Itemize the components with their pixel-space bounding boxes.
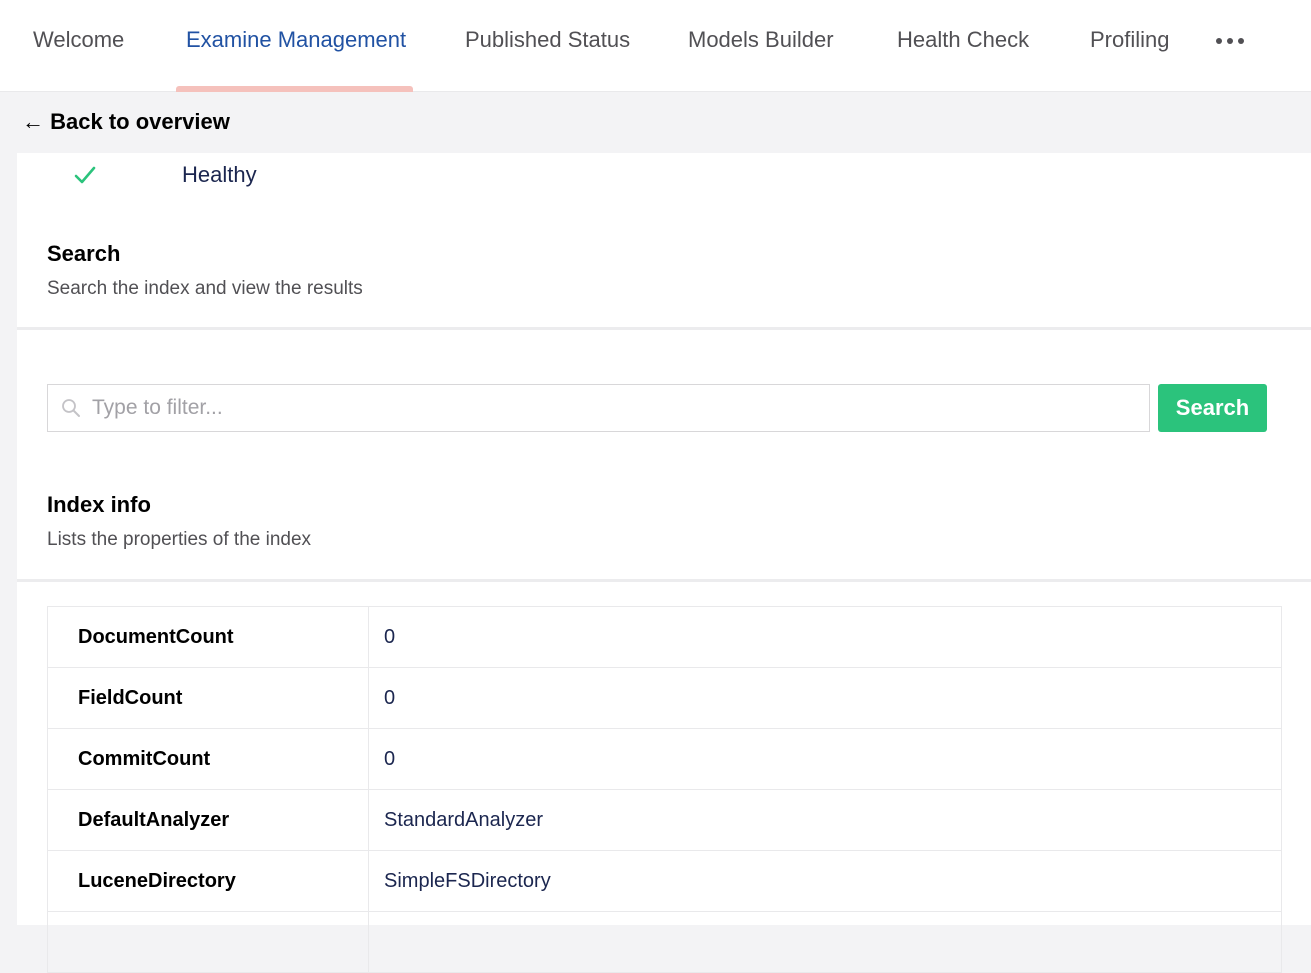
property-name: FieldCount <box>47 667 369 729</box>
back-bar: ← Back to overview <box>0 93 1311 153</box>
check-icon <box>74 166 96 184</box>
tab-health-check[interactable]: Health Check <box>897 0 1029 92</box>
property-value: 0 <box>368 728 1282 790</box>
property-name <box>47 911 369 973</box>
search-box <box>47 384 1150 432</box>
search-input[interactable] <box>92 385 1142 431</box>
property-name: DocumentCount <box>47 606 369 668</box>
property-value: 0 <box>368 606 1282 668</box>
status-text: Healthy <box>182 162 257 187</box>
property-name: CommitCount <box>47 728 369 790</box>
index-info-description: Lists the properties of the index <box>47 529 312 550</box>
table-row: FieldCount 0 <box>47 667 1282 729</box>
tab-models-builder[interactable]: Models Builder <box>688 0 834 92</box>
divider <box>17 327 1311 330</box>
table-row: CommitCount 0 <box>47 728 1282 790</box>
table-row: LuceneDirectory SimpleFSDirectory <box>47 850 1282 912</box>
top-tab-bar: Welcome Examine Management Published Sta… <box>0 0 1311 92</box>
table-row: DocumentCount 0 <box>47 606 1282 668</box>
property-name: LuceneDirectory <box>47 850 369 912</box>
property-value: SimpleFSDirectory <box>368 850 1282 912</box>
back-to-overview-link[interactable]: ← Back to overview <box>22 109 230 135</box>
index-info-title: Index info <box>47 492 151 517</box>
main-panel: Healthy Search Search the index and view… <box>17 153 1311 973</box>
search-button[interactable]: Search <box>1158 384 1267 432</box>
table-row: DefaultAnalyzer StandardAnalyzer <box>47 789 1282 851</box>
tab-published-status[interactable]: Published Status <box>465 0 630 92</box>
status-row: Healthy <box>17 153 1311 203</box>
property-name: DefaultAnalyzer <box>47 789 369 851</box>
active-tab-indicator <box>176 86 413 92</box>
tab-examine-management[interactable]: Examine Management <box>186 0 406 92</box>
divider <box>17 579 1311 582</box>
table-row <box>47 911 1282 973</box>
ellipsis-icon[interactable] <box>1212 32 1248 50</box>
search-section-description: Search the index and view the results <box>47 278 363 299</box>
search-icon <box>62 399 80 417</box>
property-value: 0 <box>368 667 1282 729</box>
tab-welcome[interactable]: Welcome <box>33 0 124 92</box>
property-value: StandardAnalyzer <box>368 789 1282 851</box>
index-info-table: DocumentCount 0 FieldCount 0 CommitCount… <box>47 606 1282 973</box>
property-value <box>368 911 1282 973</box>
search-section-title: Search <box>47 241 121 266</box>
tab-profiling[interactable]: Profiling <box>1090 0 1169 92</box>
